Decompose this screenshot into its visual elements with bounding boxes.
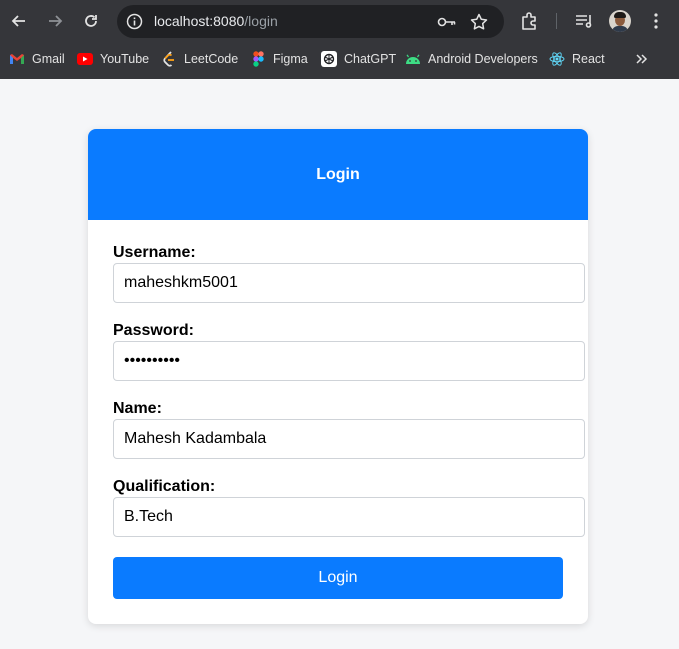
url-text[interactable]: localhost:8080/login — [154, 13, 278, 29]
bookmark-label: Gmail — [32, 52, 65, 66]
login-card-header: Login — [88, 129, 588, 220]
bookmark-chatgpt[interactable]: ChatGPT — [321, 50, 396, 68]
username-input[interactable]: maheshkm5001 — [113, 263, 585, 303]
password-input[interactable]: •••••••••• — [113, 341, 585, 381]
form-title: Login — [316, 165, 360, 183]
site-info-icon[interactable] — [125, 12, 144, 31]
bookmark-label: YouTube — [100, 52, 150, 66]
reading-list-icon[interactable] — [573, 10, 595, 32]
youtube-icon — [77, 51, 93, 67]
login-card: Login Username: maheshkm5001 Password: •… — [88, 129, 588, 624]
bookmark-label: Android Developers — [428, 52, 538, 66]
name-input[interactable]: Mahesh Kadambala — [113, 419, 585, 459]
qualification-input[interactable]: B.Tech — [113, 497, 585, 537]
address-bar[interactable]: localhost:8080/login — [117, 5, 504, 38]
browser-chrome: localhost:8080/login Gmail YouTube LeetC… — [0, 0, 679, 79]
more-bookmarks-chevron-icon[interactable] — [634, 51, 650, 67]
gmail-icon — [9, 51, 25, 67]
android-icon — [405, 51, 421, 67]
bookmark-android-developers[interactable]: Android Developers — [405, 50, 538, 68]
bookmark-star-icon[interactable] — [469, 12, 489, 32]
bookmarks-bar: Gmail YouTube LeetCode Figma ChatGPT And… — [0, 42, 679, 79]
name-label: Name: — [113, 400, 162, 417]
bookmark-label: React — [572, 52, 605, 66]
kebab-menu-icon[interactable] — [645, 10, 667, 32]
username-label: Username: — [113, 244, 196, 261]
login-submit-button[interactable]: Login — [113, 557, 563, 599]
url-path: /login — [244, 13, 278, 29]
url-host: localhost:8080 — [154, 13, 245, 29]
reload-icon[interactable] — [79, 9, 103, 33]
extensions-puzzle-icon[interactable] — [519, 10, 541, 32]
password-label: Password: — [113, 322, 194, 339]
bookmark-gmail[interactable]: Gmail — [9, 50, 65, 68]
qualification-label: Qualification: — [113, 478, 216, 495]
chatgpt-icon — [321, 51, 337, 67]
bookmark-label: Figma — [273, 52, 308, 66]
bookmark-label: ChatGPT — [344, 52, 397, 66]
bookmark-leetcode[interactable]: LeetCode — [161, 50, 238, 68]
profile-avatar[interactable] — [609, 10, 631, 32]
bookmark-youtube[interactable]: YouTube — [77, 50, 149, 68]
bookmark-figma[interactable]: Figma — [250, 50, 308, 68]
react-icon — [549, 51, 565, 67]
browser-toolbar: localhost:8080/login — [0, 0, 679, 42]
bookmark-react[interactable]: React — [549, 50, 605, 68]
figma-icon — [250, 51, 266, 67]
toolbar-divider — [556, 13, 557, 29]
back-arrow-icon[interactable] — [7, 9, 31, 33]
bookmark-label: LeetCode — [184, 52, 239, 66]
leetcode-icon — [161, 51, 177, 67]
forward-arrow-icon[interactable] — [43, 9, 67, 33]
password-key-icon[interactable] — [437, 13, 457, 31]
